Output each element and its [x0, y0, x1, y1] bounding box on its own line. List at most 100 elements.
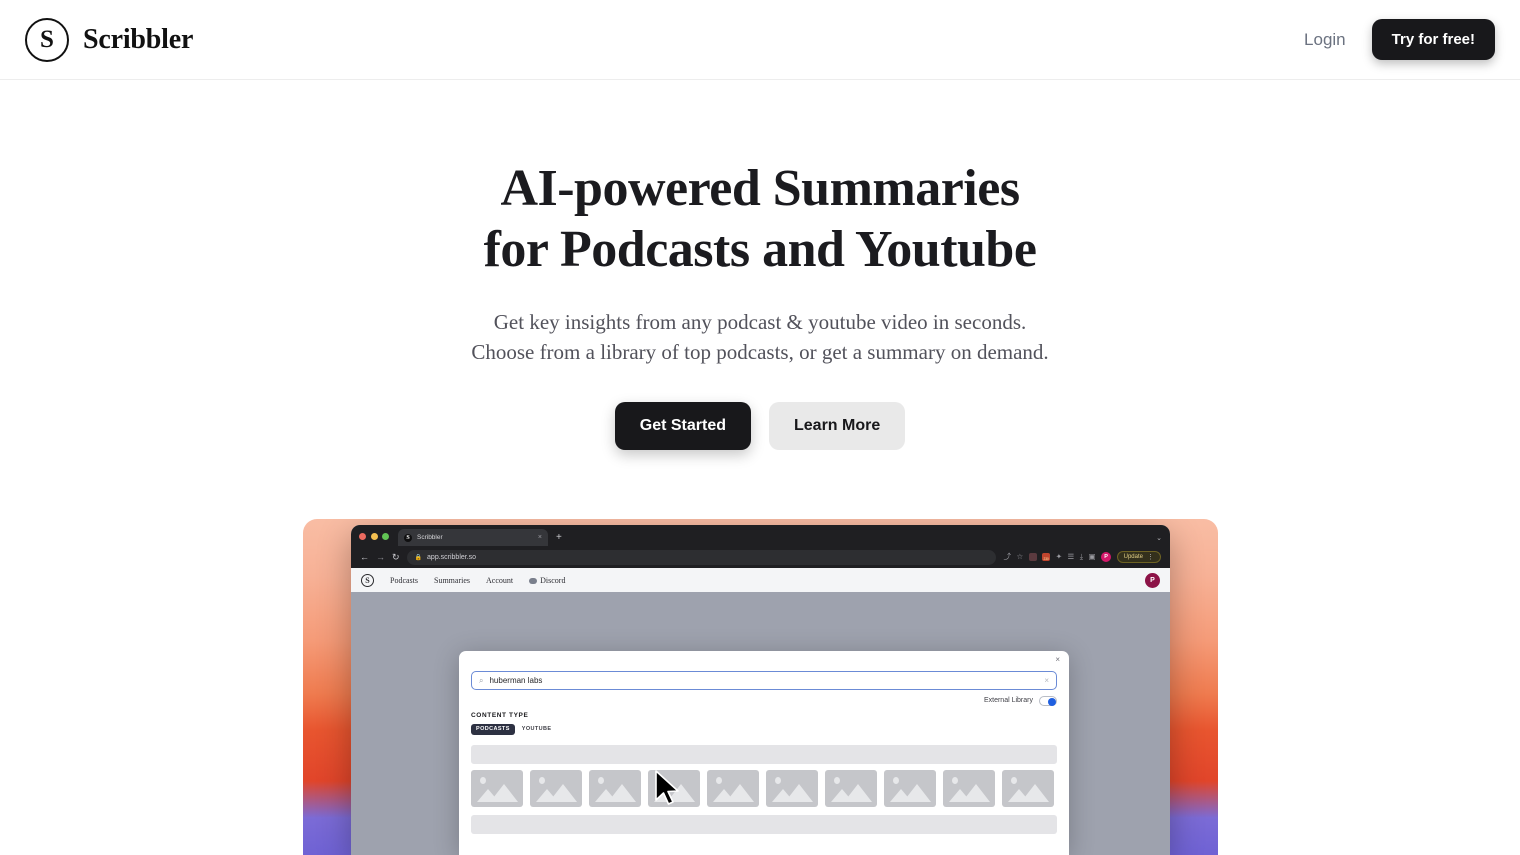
browser-window: S Scribbler × + ⌄ ← → ↻ 🔒 app.scribbler.… — [351, 525, 1170, 855]
image-placeholder-mountain-icon — [844, 783, 872, 802]
image-placeholder-mountain-icon — [962, 783, 990, 802]
image-placeholder-sun-icon — [952, 776, 958, 784]
try-for-free-button[interactable]: Try for free! — [1371, 19, 1495, 60]
sidebar-icon[interactable]: ▣ — [1089, 553, 1096, 561]
counter-extension-icon[interactable] — [1042, 553, 1051, 562]
discord-icon — [529, 577, 538, 584]
list-item[interactable] — [471, 769, 523, 807]
list-item[interactable] — [589, 769, 641, 807]
modal-close-icon[interactable]: × — [1055, 656, 1060, 664]
image-placeholder-sun-icon — [539, 776, 545, 784]
list-item[interactable] — [1002, 769, 1054, 807]
search-modal: × ⌕ huberman labs × External Library CON… — [459, 651, 1069, 855]
tab-youtube[interactable]: YOUTUBE — [522, 726, 552, 732]
image-placeholder-mountain-icon — [903, 783, 931, 802]
lock-icon: 🔒 — [414, 554, 423, 561]
brand-logo[interactable]: S Scribbler — [25, 17, 194, 62]
external-library-row: External Library — [471, 696, 1057, 706]
page-title: AI-powered Summaries for Podcasts and Yo… — [0, 158, 1520, 281]
learn-more-button[interactable]: Learn More — [769, 401, 906, 450]
app-viewport: S Podcasts Summaries Account Discord P ×… — [351, 568, 1170, 855]
nav-item-discord-label: Discord — [540, 575, 566, 585]
chevron-down-icon[interactable]: ⌄ — [1156, 534, 1162, 542]
address-bar[interactable]: 🔒 app.scribbler.so — [406, 549, 997, 565]
image-placeholder-sun-icon — [834, 776, 840, 784]
image-placeholder-sun-icon — [598, 776, 604, 784]
update-button[interactable]: Update ⋮ — [1116, 551, 1161, 563]
image-placeholder-mountain-icon — [490, 783, 518, 802]
search-icon: ⌕ — [479, 675, 484, 685]
skeleton-bar-middle — [471, 814, 1057, 834]
new-tab-icon[interactable]: + — [556, 532, 562, 543]
mouse-cursor-icon — [655, 770, 679, 805]
image-placeholder-mountain-icon — [785, 783, 813, 802]
tab-podcasts[interactable]: PODCASTS — [471, 723, 515, 735]
browser-url-bar: ← → ↻ 🔒 app.scribbler.so ⤴ ☆ ✦ ☰ ⤓ ▣ P U… — [351, 546, 1170, 568]
list-item[interactable] — [766, 769, 818, 807]
list-item[interactable] — [707, 769, 759, 807]
image-placeholder-mountain-icon — [549, 783, 577, 802]
nav-item-account[interactable]: Account — [486, 576, 513, 585]
skeleton-bar-top — [471, 744, 1057, 764]
close-window-icon[interactable] — [359, 533, 366, 540]
brand-name: Scribbler — [83, 23, 194, 55]
back-arrow-icon[interactable]: ← — [360, 552, 369, 562]
nav-item-discord[interactable]: Discord — [529, 576, 565, 585]
browser-profile-avatar[interactable]: P — [1101, 552, 1112, 562]
login-link[interactable]: Login — [1304, 30, 1346, 50]
get-started-button[interactable]: Get Started — [614, 401, 751, 450]
hero-subtitle-line-1: Get key insights from any podcast & yout… — [493, 309, 1027, 334]
hero-cta-group: Get Started Learn More — [0, 401, 1520, 450]
app-user-avatar[interactable]: P — [1145, 572, 1160, 588]
browser-tab[interactable]: S Scribbler × — [398, 529, 548, 546]
list-item[interactable] — [943, 769, 995, 807]
app-navbar: S Podcasts Summaries Account Discord P — [351, 568, 1170, 592]
list-item[interactable] — [825, 769, 877, 807]
browser-extension-icons: ⤴ ☆ ✦ ☰ ⤓ ▣ P Update ⋮ — [1003, 551, 1161, 563]
reload-icon[interactable]: ↻ — [392, 552, 400, 562]
search-input-value: huberman labs — [489, 676, 543, 685]
download-icon[interactable]: ⤓ — [1080, 553, 1083, 561]
minimize-window-icon[interactable] — [370, 533, 378, 540]
image-placeholder-mountain-icon — [1021, 783, 1049, 802]
product-screenshot-mockup: S Scribbler × + ⌄ ← → ↻ 🔒 app.scribbler.… — [303, 519, 1218, 855]
hero-subtitle-line-2: Choose from a library of top podcasts, o… — [471, 340, 1049, 365]
image-placeholder-sun-icon — [716, 776, 722, 784]
list-item[interactable] — [530, 769, 582, 807]
thumbnail-row — [471, 769, 1057, 807]
external-library-label: External Library — [983, 697, 1033, 705]
image-placeholder-sun-icon — [1011, 776, 1017, 784]
app-logo-icon[interactable]: S — [361, 573, 374, 587]
puzzle-extension-icon[interactable]: ✦ — [1056, 553, 1062, 561]
search-input[interactable]: ⌕ huberman labs × — [471, 671, 1057, 690]
tab-favicon-icon: S — [404, 533, 412, 542]
tab-close-icon[interactable]: × — [538, 534, 542, 541]
list-item[interactable] — [884, 769, 936, 807]
maximize-window-icon[interactable] — [382, 533, 389, 540]
shield-extension-icon[interactable] — [1028, 553, 1037, 561]
kebab-menu-icon[interactable]: ⋮ — [1147, 553, 1154, 561]
forward-arrow-icon[interactable]: → — [376, 552, 385, 562]
toggle-knob — [1047, 697, 1056, 706]
hero-section: AI-powered Summaries for Podcasts and Yo… — [0, 80, 1520, 450]
window-traffic-lights — [359, 533, 389, 546]
external-library-toggle[interactable] — [1039, 696, 1057, 706]
app-content-overlay: × ⌕ huberman labs × External Library CON… — [351, 592, 1170, 855]
header-nav: Login Try for free! — [1304, 19, 1495, 60]
image-placeholder-sun-icon — [480, 776, 486, 784]
hero-title-line-1: AI-powered Summaries — [500, 160, 1020, 217]
image-placeholder-mountain-icon — [726, 783, 754, 802]
content-type-tabs: PODCASTS YOUTUBE — [471, 723, 1057, 735]
share-icon[interactable]: ⤴ — [1003, 553, 1011, 561]
browser-tab-bar: S Scribbler × + ⌄ — [351, 525, 1170, 546]
nav-item-summaries[interactable]: Summaries — [434, 576, 470, 585]
image-placeholder-sun-icon — [775, 776, 781, 784]
reading-list-icon[interactable]: ☰ — [1067, 553, 1074, 561]
address-bar-url: app.scribbler.so — [427, 553, 477, 561]
hero-title-line-2: for Podcasts and Youtube — [483, 221, 1037, 279]
hero-subtitle: Get key insights from any podcast & yout… — [0, 307, 1520, 368]
bookmark-star-icon[interactable]: ☆ — [1016, 553, 1023, 561]
clear-search-icon[interactable]: × — [1044, 676, 1049, 685]
image-placeholder-sun-icon — [893, 776, 899, 784]
nav-item-podcasts[interactable]: Podcasts — [390, 576, 418, 585]
